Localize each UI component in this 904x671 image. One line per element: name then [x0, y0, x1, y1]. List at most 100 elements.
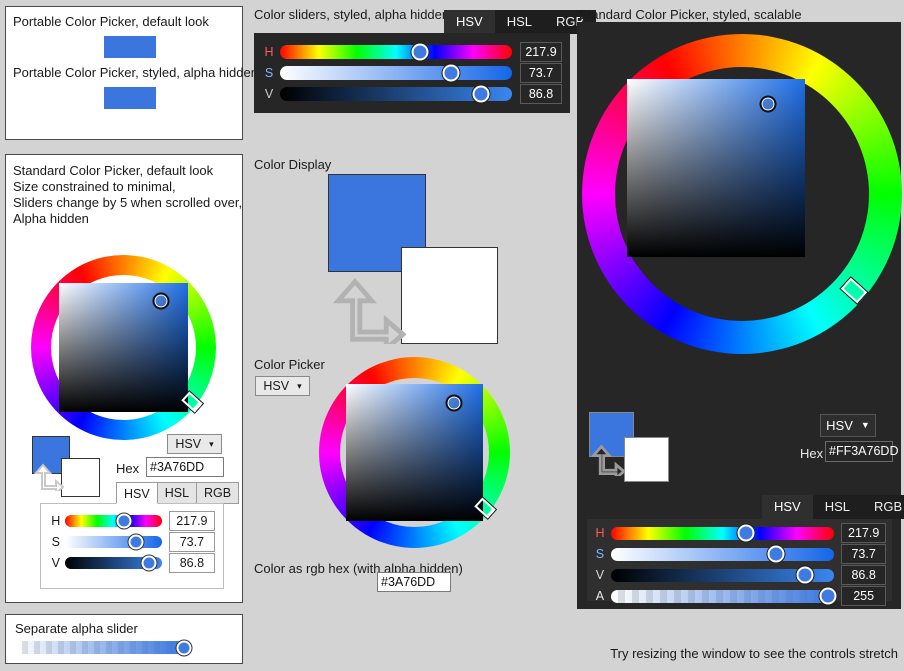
- saturation-value-square[interactable]: [627, 79, 805, 257]
- sat-slider-track[interactable]: [280, 64, 512, 82]
- mode-dropdown[interactable]: HSV ▾: [167, 434, 222, 454]
- slider-row-s: S 73.7: [262, 63, 562, 83]
- color-picker-caption: Color Picker: [254, 357, 325, 372]
- slider-label-v: V: [51, 556, 60, 570]
- resize-hint-text: Try resizing the window to see the contr…: [610, 646, 898, 661]
- color-sliders-tabs[interactable]: HSV HSL RGB: [444, 10, 597, 34]
- slider-row-a: A 255: [593, 586, 886, 606]
- val-value-box[interactable]: 86.8: [520, 84, 562, 104]
- standard-styled-tabs[interactable]: HSV HSL RGB: [762, 495, 904, 519]
- hue-slider-track[interactable]: [65, 513, 162, 529]
- tab-hsl[interactable]: HSL: [156, 482, 198, 504]
- tab-hsl[interactable]: HSL: [494, 10, 545, 34]
- val-slider-track[interactable]: [280, 85, 512, 103]
- hue-gradient: [65, 515, 162, 527]
- hue-slider-knob[interactable]: [411, 43, 429, 61]
- val-slider-knob[interactable]: [472, 85, 490, 103]
- val-slider-knob[interactable]: [141, 555, 157, 571]
- sat-slider-track[interactable]: [65, 534, 162, 550]
- separate-alpha-panel: Separate alpha slider: [5, 614, 243, 664]
- sv-gradient: [627, 79, 805, 257]
- standard-default-previous-color[interactable]: [61, 458, 100, 497]
- slider-label-v: V: [264, 87, 274, 101]
- tab-rgb[interactable]: RGB: [196, 482, 240, 504]
- hue-slider-track[interactable]: [280, 43, 512, 61]
- hue-gradient: [280, 45, 512, 59]
- hue-gradient: [610, 526, 835, 540]
- color-sliders-caption: Color sliders, styled, alpha hidden: [254, 7, 450, 22]
- color-picker-color-wheel[interactable]: [319, 357, 510, 548]
- hue-value-box[interactable]: 217.9: [168, 511, 215, 531]
- swap-colors-icon[interactable]: [589, 442, 625, 476]
- hex-input[interactable]: #3A76DD: [146, 457, 224, 477]
- chevron-down-icon: ▾: [297, 380, 302, 391]
- portable-styled-swatch[interactable]: [104, 87, 156, 109]
- alpha-checker-gradient: [16, 641, 184, 654]
- sv-cursor[interactable]: [152, 292, 170, 310]
- hue-slider-knob[interactable]: [737, 524, 755, 542]
- color-display-previous-color[interactable]: [401, 247, 498, 344]
- sat-value-box[interactable]: 73.7: [520, 63, 562, 83]
- standard-default-tabs[interactable]: HSV HSL RGB: [116, 482, 240, 504]
- sv-cursor[interactable]: [759, 95, 777, 113]
- separate-alpha-caption: Separate alpha slider: [15, 621, 138, 636]
- hue-value-box[interactable]: 217.9: [520, 42, 562, 62]
- color-sliders-panel: H 217.9 S 73.7 V 86.8: [254, 33, 570, 113]
- val-slider-track[interactable]: [610, 566, 835, 584]
- tab-hsv[interactable]: HSV: [762, 495, 813, 519]
- hex-label: Hex: [116, 461, 140, 476]
- hex-input[interactable]: #FF3A76DD: [825, 441, 898, 462]
- standard-default-slider-group: H 217.9 S 73.7 V 86.8: [40, 503, 224, 589]
- mode-dropdown-value: HSV: [175, 437, 202, 451]
- val-slider-knob[interactable]: [796, 566, 814, 584]
- sv-cursor[interactable]: [445, 394, 463, 412]
- sat-value-box[interactable]: 73.7: [841, 544, 886, 564]
- standard-styled-color-wheel[interactable]: [582, 34, 902, 354]
- alpha-gradient: [610, 589, 835, 603]
- slider-row-v: V 86.8: [262, 84, 562, 104]
- saturation-value-square[interactable]: [59, 283, 188, 412]
- app-root: Portable Color Picker, default look Port…: [0, 0, 904, 671]
- standard-default-panel: Standard Color Picker, default look Size…: [5, 154, 243, 603]
- slider-row-v: V 86.8: [49, 553, 215, 573]
- tab-hsv[interactable]: HSV: [444, 10, 495, 34]
- alpha-slider-knob[interactable]: [819, 587, 837, 605]
- portable-default-caption: Portable Color Picker, default look: [13, 14, 209, 29]
- alpha-value-box[interactable]: 255: [841, 586, 886, 606]
- color-picker-mode-dropdown[interactable]: HSV ▾: [255, 376, 310, 396]
- slider-row-h: H 217.9: [262, 42, 562, 62]
- tab-hsl[interactable]: HSL: [812, 495, 863, 519]
- slider-row-s: S 73.7: [49, 532, 215, 552]
- hue-value-box[interactable]: 217.9: [841, 523, 886, 543]
- slider-row-v: V 86.8: [593, 565, 886, 585]
- swap-colors-icon[interactable]: [328, 272, 406, 344]
- alpha-slider-knob[interactable]: [176, 640, 192, 655]
- sat-gradient: [610, 547, 835, 561]
- rgb-hex-input[interactable]: #3A76DD: [377, 572, 451, 592]
- val-value-box[interactable]: 86.8: [168, 553, 215, 573]
- color-display-caption: Color Display: [254, 157, 332, 172]
- slider-row-h: H 217.9: [593, 523, 886, 543]
- saturation-value-square[interactable]: [346, 384, 483, 521]
- slider-label-s: S: [51, 535, 60, 549]
- val-value-box[interactable]: 86.8: [841, 565, 886, 585]
- sat-value-box[interactable]: 73.7: [168, 532, 215, 552]
- val-slider-track[interactable]: [65, 555, 162, 571]
- standard-styled-mode-dropdown[interactable]: HSV ▼: [820, 414, 876, 437]
- standard-default-color-wheel[interactable]: [31, 255, 216, 440]
- hue-slider-track[interactable]: [610, 524, 835, 542]
- sat-slider-track[interactable]: [610, 545, 835, 563]
- standard-styled-caption: Standard Color Picker, styled, scalable: [579, 7, 802, 22]
- hue-slider-knob[interactable]: [116, 513, 132, 529]
- swap-colors-icon[interactable]: [32, 461, 64, 491]
- sat-slider-knob[interactable]: [442, 64, 460, 82]
- sat-slider-knob[interactable]: [767, 545, 785, 563]
- slider-row-h: H 217.9: [49, 511, 215, 531]
- tab-hsv[interactable]: HSV: [116, 482, 158, 504]
- tab-rgb[interactable]: RGB: [862, 495, 904, 519]
- sat-slider-knob[interactable]: [128, 534, 144, 550]
- portable-default-swatch[interactable]: [104, 36, 156, 58]
- standard-styled-previous-color[interactable]: [624, 437, 669, 482]
- alpha-slider-track[interactable]: [610, 587, 837, 605]
- alpha-slider-track[interactable]: [16, 640, 192, 655]
